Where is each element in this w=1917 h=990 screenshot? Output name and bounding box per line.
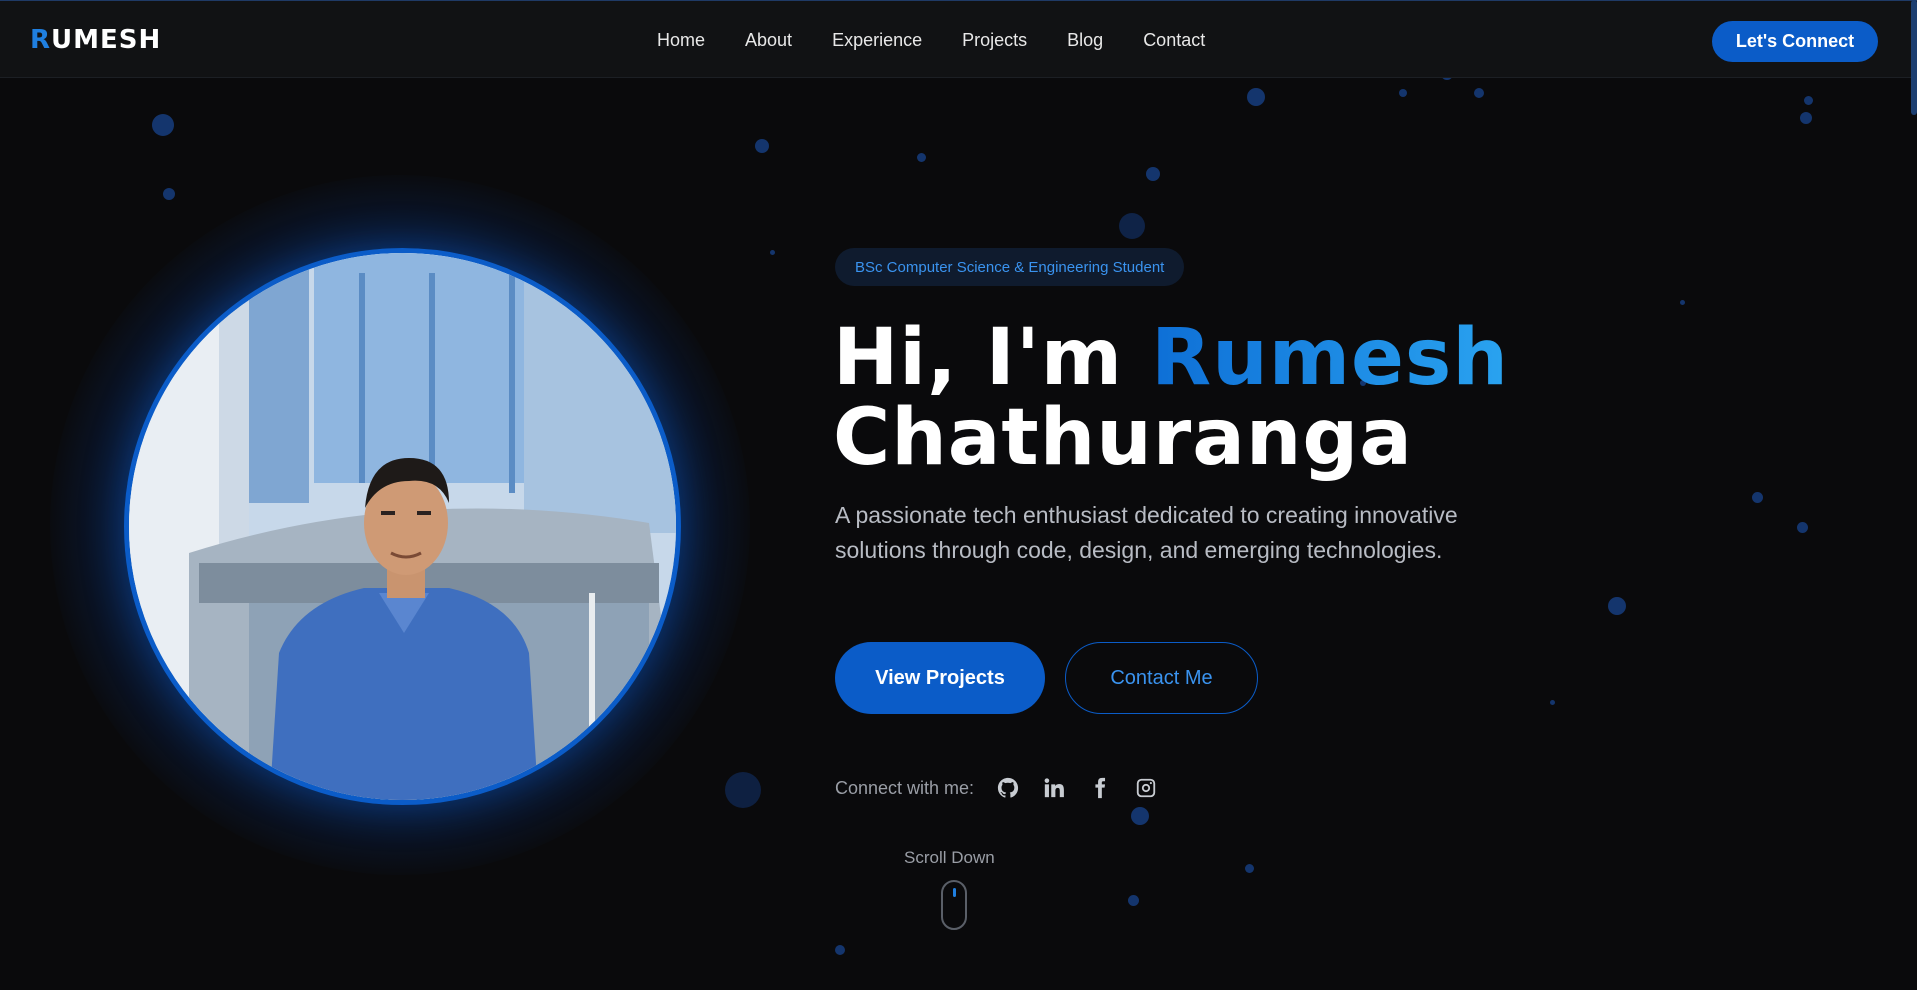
hero-description: A passionate tech enthusiast dedicated t… bbox=[835, 502, 1458, 563]
top-navbar: RUMESH Home About Experience Projects Bl… bbox=[0, 0, 1917, 78]
hero-heading: Hi, I'm Rumesh Chathuranga bbox=[833, 318, 1509, 478]
scroll-mouse-icon[interactable] bbox=[941, 880, 967, 930]
nav-link-contact[interactable]: Contact bbox=[1143, 30, 1205, 51]
lets-connect-button[interactable]: Let's Connect bbox=[1712, 21, 1878, 62]
nav-link-blog[interactable]: Blog bbox=[1067, 30, 1103, 51]
student-badge: BSc Computer Science & Engineering Stude… bbox=[835, 248, 1185, 286]
logo-initial: R bbox=[30, 25, 52, 55]
connect-label: Connect with me: bbox=[835, 777, 975, 798]
nav-links: Home About Experience Projects Blog Cont… bbox=[657, 30, 1205, 51]
profile-photo bbox=[124, 248, 681, 805]
linkedin-icon[interactable] bbox=[1042, 776, 1066, 800]
view-projects-button[interactable]: View Projects bbox=[835, 642, 1045, 714]
nav-link-home[interactable]: Home bbox=[657, 30, 705, 51]
logo-text: UMESH bbox=[51, 25, 162, 55]
instagram-icon[interactable] bbox=[1134, 776, 1158, 800]
last-name: Chathuranga bbox=[833, 393, 1413, 483]
contact-me-button[interactable]: Contact Me bbox=[1065, 642, 1258, 714]
github-icon[interactable] bbox=[996, 776, 1020, 800]
social-links: Connect with me: bbox=[835, 776, 1158, 800]
scroll-down-label: Scroll Down bbox=[904, 848, 995, 867]
first-name: Rumesh bbox=[1151, 313, 1509, 403]
nav-link-experience[interactable]: Experience bbox=[832, 30, 922, 51]
nav-link-about[interactable]: About bbox=[745, 30, 792, 51]
nav-link-projects[interactable]: Projects bbox=[962, 30, 1027, 51]
site-logo[interactable]: RUMESH bbox=[30, 25, 161, 55]
facebook-icon[interactable] bbox=[1088, 776, 1112, 800]
greeting-text: Hi, I'm bbox=[833, 313, 1123, 403]
page-scrollbar[interactable] bbox=[1911, 0, 1917, 115]
